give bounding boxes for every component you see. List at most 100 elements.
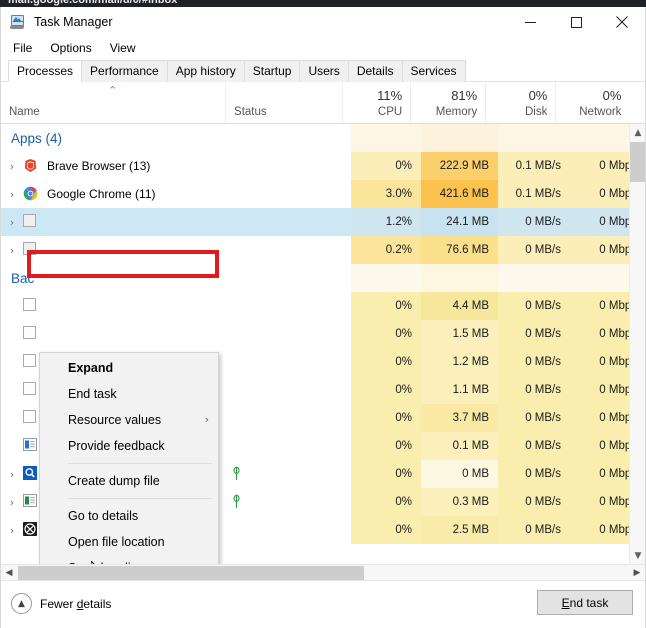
- process-memory-cell: 76.6 MB: [421, 236, 498, 264]
- context-menu-item-end-task[interactable]: End task: [40, 381, 218, 407]
- expand-chevron-icon[interactable]: ›: [1, 468, 23, 481]
- horizontal-scrollbar-thumb[interactable]: [18, 566, 364, 580]
- process-status-cell: [231, 516, 351, 544]
- tab-processes[interactable]: Processes: [8, 60, 82, 82]
- browser-tab-strip: mail.google.com/mail/u/0/#inbox: [0, 0, 646, 7]
- expand-chevron-icon[interactable]: ›: [1, 216, 23, 229]
- tab-startup[interactable]: Startup: [244, 60, 301, 82]
- column-header-memory[interactable]: 81% Memory: [410, 81, 485, 123]
- expand-chevron-icon[interactable]: ›: [1, 160, 23, 173]
- submenu-chevron-icon: ›: [205, 407, 209, 433]
- vertical-scrollbar-thumb[interactable]: [630, 142, 645, 182]
- column-usage-memory: 81%: [451, 88, 477, 103]
- context-menu-item-search-online[interactable]: Search online: [40, 555, 218, 564]
- process-row[interactable]: ›1.2%24.1 MB0 MB/s0 Mbps: [1, 208, 629, 236]
- column-header-label-name: Name: [9, 106, 40, 118]
- expand-chevron-icon[interactable]: ›: [1, 496, 23, 509]
- context-menu-item-expand[interactable]: Expand: [40, 355, 218, 381]
- context-menu-item-label: Resource values: [68, 413, 161, 427]
- scroll-right-arrow[interactable]: ▶: [629, 565, 645, 581]
- process-memory-cell: 3.7 MB: [421, 404, 498, 432]
- tab-users[interactable]: Users: [299, 60, 348, 82]
- process-name-cell: Bac: [1, 264, 231, 292]
- process-row[interactable]: 0%4.4 MB0 MB/s0 Mbps: [1, 292, 629, 320]
- tab-performance[interactable]: Performance: [81, 60, 168, 82]
- process-memory-cell: 1.1 MB: [421, 376, 498, 404]
- context-menu-item-resource-values[interactable]: Resource values ›: [40, 407, 218, 433]
- process-memory-cell: 4.4 MB: [421, 292, 498, 320]
- column-header-label-memory: Memory: [436, 106, 478, 118]
- process-disk-cell: 0 MB/s: [498, 432, 570, 460]
- context-menu-item-open-file-location[interactable]: Open file location: [40, 529, 218, 555]
- process-status-cell: [231, 460, 351, 488]
- process-group-header[interactable]: Bac: [1, 264, 629, 292]
- context-menu-item-provide-feedback[interactable]: Provide feedback: [40, 433, 218, 459]
- process-status-cell: [231, 404, 351, 432]
- process-name-cell: [1, 292, 231, 320]
- column-header-label-network: Network: [579, 106, 621, 118]
- end-task-button[interactable]: End task: [537, 590, 633, 615]
- process-memory-cell: [421, 264, 498, 292]
- process-status-cell: [231, 376, 351, 404]
- process-status-cell: [231, 488, 351, 516]
- generic-app-icon: [23, 214, 41, 230]
- column-header-cpu[interactable]: 11%CPU: [342, 81, 410, 123]
- process-name-cell: ›Google Chrome (11): [1, 180, 231, 208]
- process-cpu-cell: 0%: [351, 488, 421, 516]
- process-cpu-cell: 0%: [351, 320, 421, 348]
- process-status-cell: [231, 432, 351, 460]
- mouse-cursor-icon: [91, 561, 104, 564]
- process-memory-cell: 0 MB: [421, 460, 498, 488]
- context-menu-item-create-dump-file[interactable]: Create dump file: [40, 468, 218, 494]
- process-cpu-cell: 0%: [351, 348, 421, 376]
- menu-item-view[interactable]: View: [102, 40, 144, 56]
- context-menu-item-go-to-details[interactable]: Go to details: [40, 503, 218, 529]
- process-group-header[interactable]: Apps (4): [1, 124, 629, 152]
- process-cpu-cell: [351, 264, 421, 292]
- process-name-cell: [1, 320, 231, 348]
- expand-chevron-icon[interactable]: ›: [1, 524, 23, 537]
- scroll-left-arrow[interactable]: ◀: [1, 565, 17, 581]
- status-bar: ▲ Fewer details End task: [1, 581, 645, 628]
- process-memory-cell: 0.3 MB: [421, 488, 498, 516]
- minimize-icon[interactable]: [507, 7, 553, 37]
- generic-bg-icon: [23, 326, 41, 342]
- column-header-network[interactable]: 0%Network: [555, 81, 629, 123]
- fewer-details-label: Fewer details: [40, 597, 111, 611]
- tab-services[interactable]: Services: [402, 60, 466, 82]
- column-header-disk[interactable]: 0%Disk: [485, 81, 555, 123]
- process-disk-cell: 0 MB/s: [498, 404, 570, 432]
- tab-details[interactable]: Details: [348, 60, 403, 82]
- scroll-up-arrow[interactable]: ▲: [630, 124, 645, 141]
- process-disk-cell: 0 MB/s: [498, 292, 570, 320]
- process-row[interactable]: ›0.2%76.6 MB0 MB/s0 Mbps: [1, 236, 629, 264]
- process-table: Apps (4)›Brave Browser (13)0%222.9 MB0.1…: [1, 124, 645, 564]
- process-disk-cell: [498, 264, 570, 292]
- expand-chevron-icon[interactable]: ›: [1, 244, 23, 257]
- task-manager-icon: [9, 14, 25, 30]
- process-cpu-cell: 0%: [351, 432, 421, 460]
- maximize-icon[interactable]: [553, 7, 599, 37]
- column-header-gutter: [629, 81, 645, 123]
- chevron-up-icon: ▲: [11, 593, 32, 614]
- column-header-status[interactable]: Status: [225, 81, 342, 123]
- process-row[interactable]: ›Brave Browser (13)0%222.9 MB0.1 MB/s0 M…: [1, 152, 629, 180]
- vertical-scrollbar[interactable]: ▲ ▼: [629, 124, 645, 564]
- menu-item-options[interactable]: Options: [42, 40, 99, 56]
- process-context-menu[interactable]: ExpandEnd task Resource values ›Provide fe…: [39, 352, 219, 564]
- column-header-name[interactable]: ⌃Name: [1, 81, 225, 123]
- process-status-cell: [231, 152, 351, 180]
- menu-item-file[interactable]: File: [9, 40, 40, 56]
- process-row[interactable]: 0%1.5 MB0 MB/s0 Mbps: [1, 320, 629, 348]
- process-row[interactable]: ›Google Chrome (11)3.0%421.6 MB0.1 MB/s0…: [1, 180, 629, 208]
- process-status-cell: [231, 208, 351, 236]
- tab-strip: ProcessesPerformanceApp historyStartupUs…: [1, 59, 645, 82]
- fewer-details-button[interactable]: ▲ Fewer details: [11, 593, 111, 614]
- horizontal-scrollbar[interactable]: ◀ ▶: [1, 564, 645, 581]
- process-cpu-cell: 0.2%: [351, 236, 421, 264]
- process-cpu-cell: 0%: [351, 404, 421, 432]
- close-icon[interactable]: [599, 7, 645, 37]
- scroll-down-arrow[interactable]: ▼: [630, 547, 645, 564]
- expand-chevron-icon[interactable]: ›: [1, 188, 23, 201]
- tab-app-history[interactable]: App history: [167, 60, 245, 82]
